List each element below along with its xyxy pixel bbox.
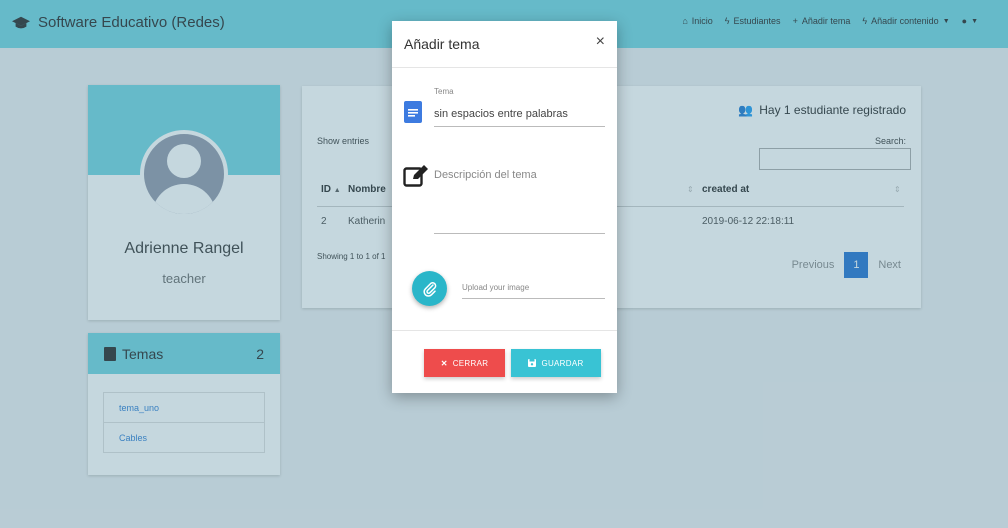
book-icon	[404, 101, 422, 123]
modal-footer-divider	[392, 330, 617, 331]
guardar-label: GUARDAR	[541, 358, 584, 368]
tema-input[interactable]	[434, 101, 605, 127]
close-icon[interactable]: ×	[596, 33, 605, 51]
modal-title: Añadir tema	[404, 36, 480, 52]
edit-icon	[403, 165, 428, 187]
add-topic-modal: Añadir tema × Tema ✕ CERRAR GUARDAR	[392, 21, 617, 393]
tema-label: Tema	[434, 87, 454, 96]
attach-button[interactable]	[412, 271, 447, 306]
save-icon	[528, 359, 537, 367]
paperclip-icon	[422, 281, 436, 297]
cerrar-button[interactable]: ✕ CERRAR	[424, 349, 505, 377]
modal-divider	[392, 67, 617, 68]
x-icon: ✕	[440, 358, 448, 368]
upload-image-input[interactable]	[462, 277, 605, 299]
descripcion-textarea[interactable]	[434, 169, 605, 234]
guardar-button[interactable]: GUARDAR	[511, 349, 601, 377]
cerrar-label: CERRAR	[452, 358, 489, 368]
